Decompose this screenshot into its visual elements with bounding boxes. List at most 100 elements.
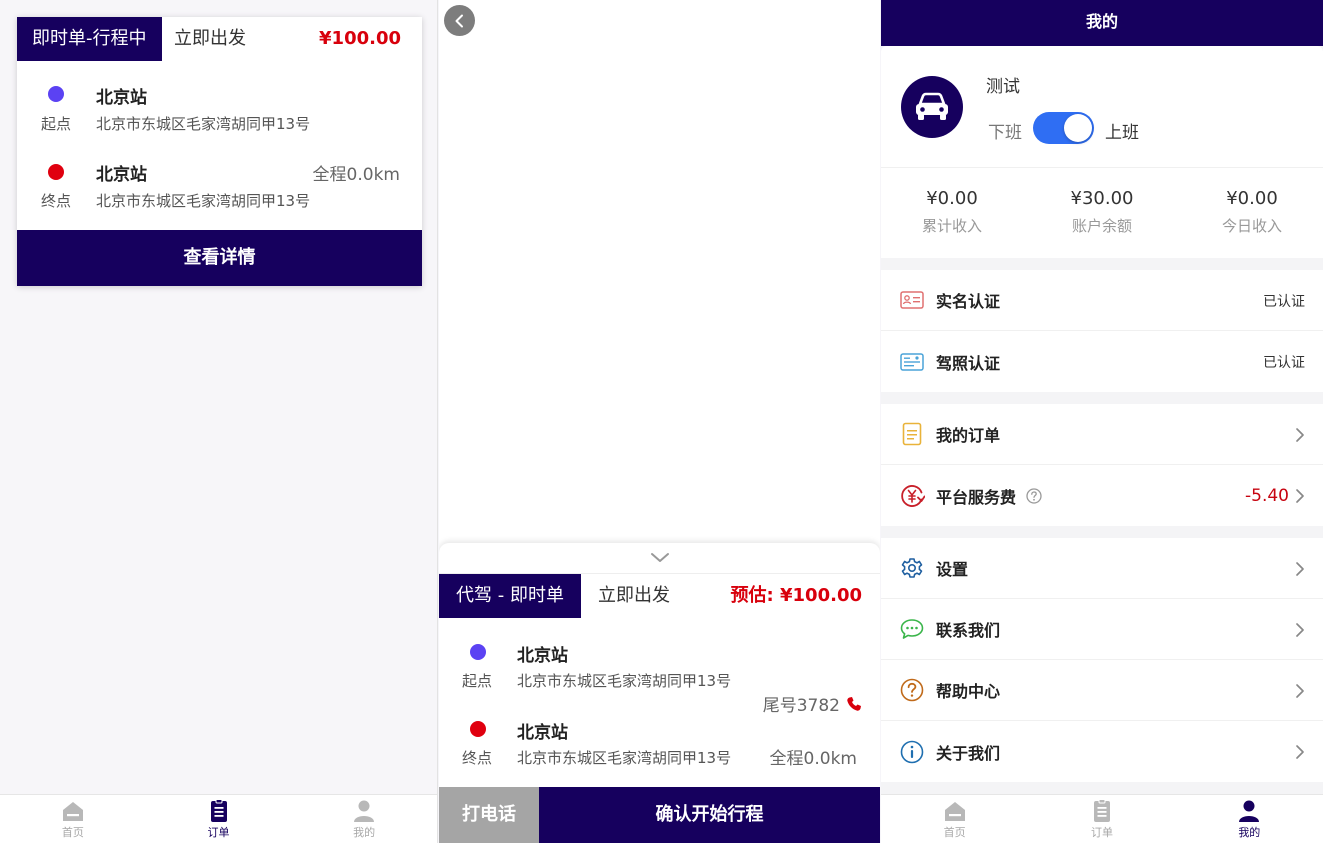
on-duty-label: 上班 — [1105, 123, 1139, 143]
tab-bar: 首页 订单 我的 — [0, 794, 437, 843]
chevron-right-icon — [1296, 683, 1304, 698]
menu-item-help[interactable]: 帮助中心 — [881, 660, 1323, 721]
menu-item-license[interactable]: 驾照认证 已认证 — [881, 331, 1323, 392]
stat-value: ¥0.00 — [1226, 188, 1278, 209]
end-station: 北京站 — [96, 165, 147, 185]
id-card-icon — [900, 291, 924, 309]
user-name: 测试 — [986, 77, 1020, 97]
start-trip-button[interactable]: 确认开始行程 — [539, 787, 880, 843]
order-price: ¥100.00 — [319, 28, 401, 49]
stat-label: 累计收入 — [921, 217, 982, 235]
departure-label: 立即出发 — [174, 28, 246, 49]
chevron-down-icon[interactable] — [649, 549, 671, 567]
end-label: 终点 — [41, 192, 72, 210]
order-card[interactable]: 即时单-行程中 立即出发 ¥100.00 起点 北京站 北京市东城区毛家湾胡同甲… — [17, 17, 422, 286]
tab-profile[interactable]: 我的 — [1176, 795, 1323, 843]
call-button[interactable]: 打电话 — [439, 787, 539, 843]
departure-label: 立即出发 — [598, 585, 670, 606]
start-address: 北京市东城区毛家湾胡同甲13号 — [96, 115, 311, 133]
tab-home[interactable]: 首页 — [0, 795, 146, 843]
menu-label: 关于我们 — [936, 743, 1001, 763]
tab-home[interactable]: 首页 — [881, 795, 1028, 843]
back-button[interactable] — [444, 5, 475, 36]
start-dot — [48, 86, 64, 102]
account-group: 我的订单 平台服务费 -5.40 — [881, 404, 1323, 526]
profile-screen: 我的 测试 下班 上班 ¥0.00 累计收入 ¥30.00 账户余额 ¥0.00… — [881, 0, 1323, 843]
tab-label: 我的 — [353, 825, 376, 839]
stat-balance: ¥30.00 账户余额 — [1032, 188, 1172, 236]
start-label: 起点 — [41, 115, 72, 133]
home-icon — [62, 801, 83, 821]
off-duty-label: 下班 — [988, 123, 1022, 143]
order-tag: 即时单-行程中 — [17, 17, 162, 61]
menu-item-about[interactable]: 关于我们 — [881, 721, 1323, 782]
chevron-right-icon — [1296, 744, 1304, 759]
tab-label: 我的 — [1238, 825, 1261, 839]
stat-label: 今日收入 — [1221, 217, 1282, 235]
chevron-right-icon — [1296, 561, 1304, 576]
start-station: 北京站 — [96, 88, 147, 108]
end-label: 终点 — [462, 749, 493, 767]
verify-status: 已认证 — [1263, 354, 1305, 371]
user-icon — [354, 800, 375, 822]
tab-orders[interactable]: 订单 — [1028, 795, 1175, 843]
profile-card: 测试 下班 上班 ¥0.00 累计收入 ¥30.00 账户余额 ¥0.00 今日… — [881, 46, 1323, 258]
end-address: 北京市东城区毛家湾胡同甲13号 — [517, 749, 732, 767]
tab-label: 订单 — [207, 825, 230, 839]
toggle-knob — [1064, 114, 1092, 142]
tab-orders[interactable]: 订单 — [146, 795, 292, 843]
phone-icon — [847, 696, 861, 711]
end-dot — [470, 721, 486, 737]
stat-today-income: ¥0.00 今日收入 — [1182, 188, 1322, 236]
order-icon — [1093, 798, 1110, 822]
start-station: 北京站 — [517, 646, 568, 666]
view-details-button[interactable]: 查看详情 — [17, 230, 422, 286]
menu-item-service-fee[interactable]: 平台服务费 -5.40 — [881, 465, 1323, 526]
trip-estimate: 预估: ¥100.00 — [730, 585, 862, 606]
menu-item-real-name[interactable]: 实名认证 已认证 — [881, 270, 1323, 331]
order-icon — [210, 798, 227, 822]
misc-group: 设置 联系我们 帮助中心 关于我们 — [881, 538, 1323, 782]
trip-sheet: 代驾 - 即时单 立即出发 预估: ¥100.00 起点 北京站 北京市东城区毛… — [439, 543, 880, 843]
duty-toggle[interactable] — [1033, 112, 1094, 144]
start-label: 起点 — [462, 672, 493, 690]
tab-label: 首页 — [943, 825, 966, 839]
menu-label: 帮助中心 — [936, 682, 1001, 701]
question-circle-icon[interactable] — [1026, 487, 1042, 504]
chevron-right-icon — [1296, 427, 1304, 442]
trip-screen: 代驾 - 即时单 立即出发 预估: ¥100.00 起点 北京站 北京市东城区毛… — [439, 0, 880, 843]
menu-label: 联系我们 — [936, 621, 1001, 640]
menu-item-settings[interactable]: 设置 — [881, 538, 1323, 599]
menu-label: 驾照认证 — [936, 353, 1001, 373]
license-icon — [900, 352, 924, 371]
order-list-icon — [902, 422, 922, 446]
tab-profile[interactable]: 我的 — [291, 795, 437, 843]
gear-icon — [901, 558, 923, 578]
info-icon — [900, 740, 924, 763]
divider — [881, 167, 1323, 168]
start-dot — [470, 644, 486, 660]
chevron-right-icon — [1296, 622, 1304, 637]
menu-label: 实名认证 — [936, 292, 1001, 311]
end-dot — [48, 164, 64, 180]
user-icon — [1239, 800, 1260, 822]
back-arrow-icon — [455, 14, 463, 27]
end-station: 北京站 — [517, 723, 568, 743]
chevron-right-icon — [1296, 488, 1304, 503]
help-icon — [900, 678, 924, 702]
chat-icon — [900, 619, 924, 639]
end-address: 北京市东城区毛家湾胡同甲13号 — [96, 192, 311, 210]
menu-item-my-orders[interactable]: 我的订单 — [881, 404, 1323, 465]
trip-distance: 全程0.0km — [312, 165, 400, 185]
stat-value: ¥30.00 — [1070, 188, 1134, 209]
tab-label: 订单 — [1090, 825, 1113, 839]
menu-item-contact[interactable]: 联系我们 — [881, 599, 1323, 660]
orders-screen: 即时单-行程中 立即出发 ¥100.00 起点 北京站 北京市东城区毛家湾胡同甲… — [0, 0, 438, 843]
menu-label: 平台服务费 — [936, 487, 1017, 507]
menu-label: 设置 — [936, 560, 969, 579]
verify-status: 已认证 — [1263, 293, 1305, 310]
home-icon — [944, 801, 965, 821]
tab-bar: 首页 订单 我的 — [881, 794, 1323, 843]
passenger-phone[interactable]: 尾号3782 — [763, 691, 862, 716]
service-fee-icon — [901, 484, 925, 507]
